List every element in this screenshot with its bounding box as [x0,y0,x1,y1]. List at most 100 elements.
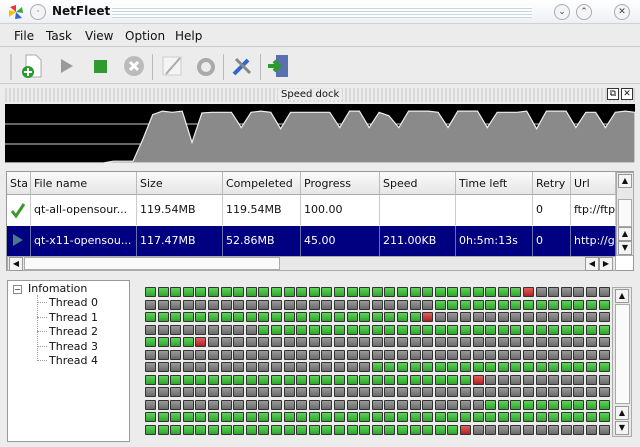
column-header[interactable]: Sta [7,172,31,195]
column-header[interactable]: Time left [456,172,533,195]
column-header[interactable]: Url [571,172,616,195]
block-done [245,312,257,322]
block-done [220,412,232,422]
block-pending [195,299,207,310]
block-pending [308,299,320,310]
menu-option[interactable]: Option [125,29,165,43]
block-pending [548,337,560,347]
vertical-scrollbar[interactable]: ▲ ▲ ▼ [616,172,634,256]
block-done [359,412,371,422]
block-done [485,287,497,297]
column-header[interactable]: Progress [301,172,380,195]
edit-icon[interactable] [158,52,186,80]
scroll-down-arrow[interactable]: ▼ [618,241,632,255]
block-done [409,424,421,435]
block-done [384,374,396,385]
block-done [434,287,446,297]
block-done [321,324,333,335]
tree-item-thread[interactable]: Thread 1 [49,311,98,324]
block-pending [157,387,169,397]
table-row[interactable]: qt-all-opensour... 119.54MB 119.54MB 100.00… [7,195,616,225]
block-pending [434,349,446,360]
block-done [497,362,509,372]
dock-float-button[interactable]: ⧉ [607,88,619,100]
block-done [271,374,282,385]
block-done [548,399,560,410]
window-menu-button[interactable]: · [30,4,46,20]
menu-help[interactable]: Help [175,29,202,43]
block-done [422,374,434,385]
block-done [245,424,257,435]
block-done [447,299,459,310]
column-header[interactable]: Speed [380,172,456,195]
block-done [447,287,459,297]
scroll-thumb[interactable] [618,199,632,227]
tree-root[interactable]: Infomation [28,282,87,295]
table-row[interactable]: qt-x11-opensou... 117.47MB 52.86MB 45.00 211… [7,226,616,256]
cell-retry: 0 [533,195,571,225]
block-done [434,424,446,435]
scroll-right-arrow[interactable]: ▶ [599,257,613,271]
menu-view[interactable]: View [85,29,113,43]
block-done [271,324,282,335]
tree-item-thread[interactable]: Thread 3 [49,340,98,353]
block-pending [296,349,308,360]
tree-line [37,302,47,303]
block-done [510,287,522,297]
block-pending [434,312,446,322]
scroll-thumb[interactable] [24,257,280,270]
delete-icon[interactable] [120,52,148,80]
column-header[interactable]: Compeleted [223,172,301,195]
dock-close-button[interactable]: ✕ [621,88,633,100]
menu-task[interactable]: Task [46,29,72,43]
close-button[interactable]: ✕ [614,4,630,20]
block-map-scrollbar[interactable]: ▲ ▲ ▼ [612,287,632,437]
minimize-button[interactable]: ⌄ [554,4,570,20]
maximize-button[interactable]: ⌃ [576,4,592,20]
block-done [170,337,182,347]
settings-icon[interactable] [228,52,256,80]
block-done [195,424,207,435]
window-title: NetFleet [52,4,111,18]
scroll-up-arrow[interactable]: ▲ [615,406,629,420]
block-pending [447,312,459,322]
column-header[interactable]: Size [137,172,223,195]
block-done [510,362,522,372]
tree-item-thread[interactable]: Thread 0 [49,296,98,309]
exit-icon[interactable] [264,52,292,80]
cell-completed: 52.86MB [223,226,301,256]
block-pending [384,399,396,410]
block-done [472,362,484,372]
block-done [296,374,308,385]
scroll-up-arrow[interactable]: ▲ [615,289,629,303]
block-pending [573,287,585,297]
tree-item-thread[interactable]: Thread 4 [49,354,98,367]
tree-item-thread[interactable]: Thread 2 [49,325,98,338]
scroll-left-arrow[interactable]: ◀ [9,257,23,271]
column-header[interactable]: Retry [533,172,571,195]
block-done [170,287,182,297]
tree-line [37,331,47,332]
collapse-icon[interactable]: − [13,285,22,294]
horizontal-scrollbar[interactable]: ◀ ◀ ▶ [7,256,616,271]
block-done [535,362,547,372]
scroll-left-arrow[interactable]: ◀ [585,257,599,271]
block-done [271,412,282,422]
block-done [283,412,295,422]
start-icon[interactable] [52,52,80,80]
thread-tree: − Infomation Thread 0 Thread 1 Thread 2 Thr… [7,280,130,442]
column-header[interactable]: File name [31,172,137,195]
scroll-down-arrow[interactable]: ▼ [615,421,629,435]
scroll-up-arrow[interactable]: ▲ [618,227,632,241]
block-pending [296,337,308,347]
menu-file[interactable]: File [14,29,34,43]
new-task-icon[interactable] [18,52,46,80]
block-pending [170,299,182,310]
scroll-up-arrow[interactable]: ▲ [618,174,632,188]
block-pending [220,362,232,372]
toolbar-grip[interactable] [10,54,14,80]
refresh-icon[interactable] [192,52,220,80]
block-done [220,424,232,435]
stop-icon[interactable] [86,52,114,80]
scroll-thumb[interactable] [615,304,630,404]
